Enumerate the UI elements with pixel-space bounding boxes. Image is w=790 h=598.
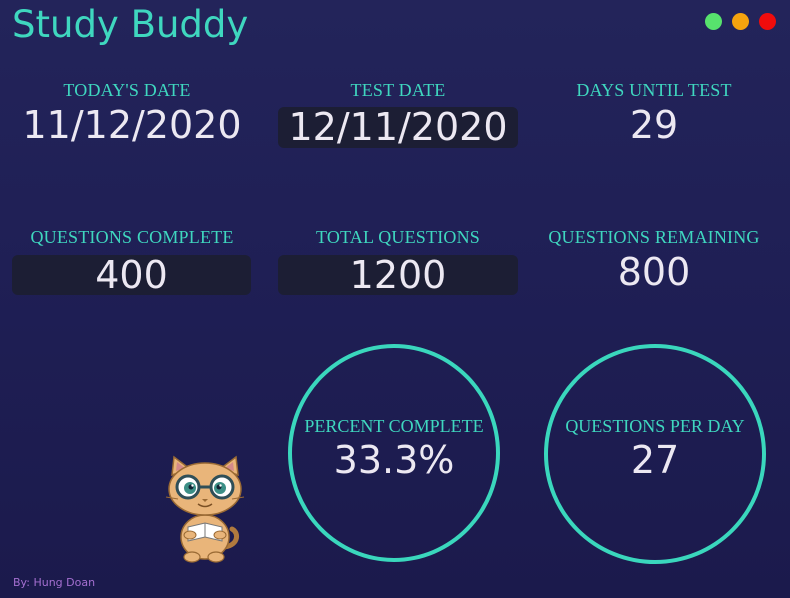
todays-date-label: TODAY'S DATE — [63, 80, 191, 100]
close-button[interactable] — [759, 13, 776, 30]
maximize-button[interactable] — [732, 13, 749, 30]
total-questions-field[interactable]: 1200 — [278, 255, 518, 295]
questions-complete-label: QUESTIONS COMPLETE — [30, 227, 234, 247]
questions-remaining-value: 800 — [617, 250, 691, 294]
percent-complete-value: 33.3% — [333, 438, 455, 482]
reading-cat-with-glasses-icon — [165, 455, 245, 563]
test-date-field[interactable]: 12/11/2020 — [278, 107, 518, 148]
percent-complete-label: PERCENT COMPLETE — [304, 416, 484, 436]
author-credit: By: Hung Doan — [13, 576, 96, 589]
questions-per-day-value: 27 — [630, 438, 680, 482]
app-title: Study Buddy — [12, 3, 249, 46]
total-questions-label: TOTAL QUESTIONS — [315, 227, 481, 247]
questions-remaining-label: QUESTIONS REMAINING — [548, 227, 760, 247]
minimize-button[interactable] — [705, 13, 722, 30]
todays-date-value: 11/12/2020 — [22, 103, 242, 147]
test-date-label: TEST DATE — [350, 80, 446, 100]
days-until-test-value: 29 — [629, 103, 679, 147]
window-controls — [705, 13, 776, 30]
days-until-test-label: DAYS UNTIL TEST — [576, 80, 732, 100]
questions-per-day-label: QUESTIONS PER DAY — [565, 416, 745, 436]
questions-complete-field[interactable]: 400 — [12, 255, 251, 295]
